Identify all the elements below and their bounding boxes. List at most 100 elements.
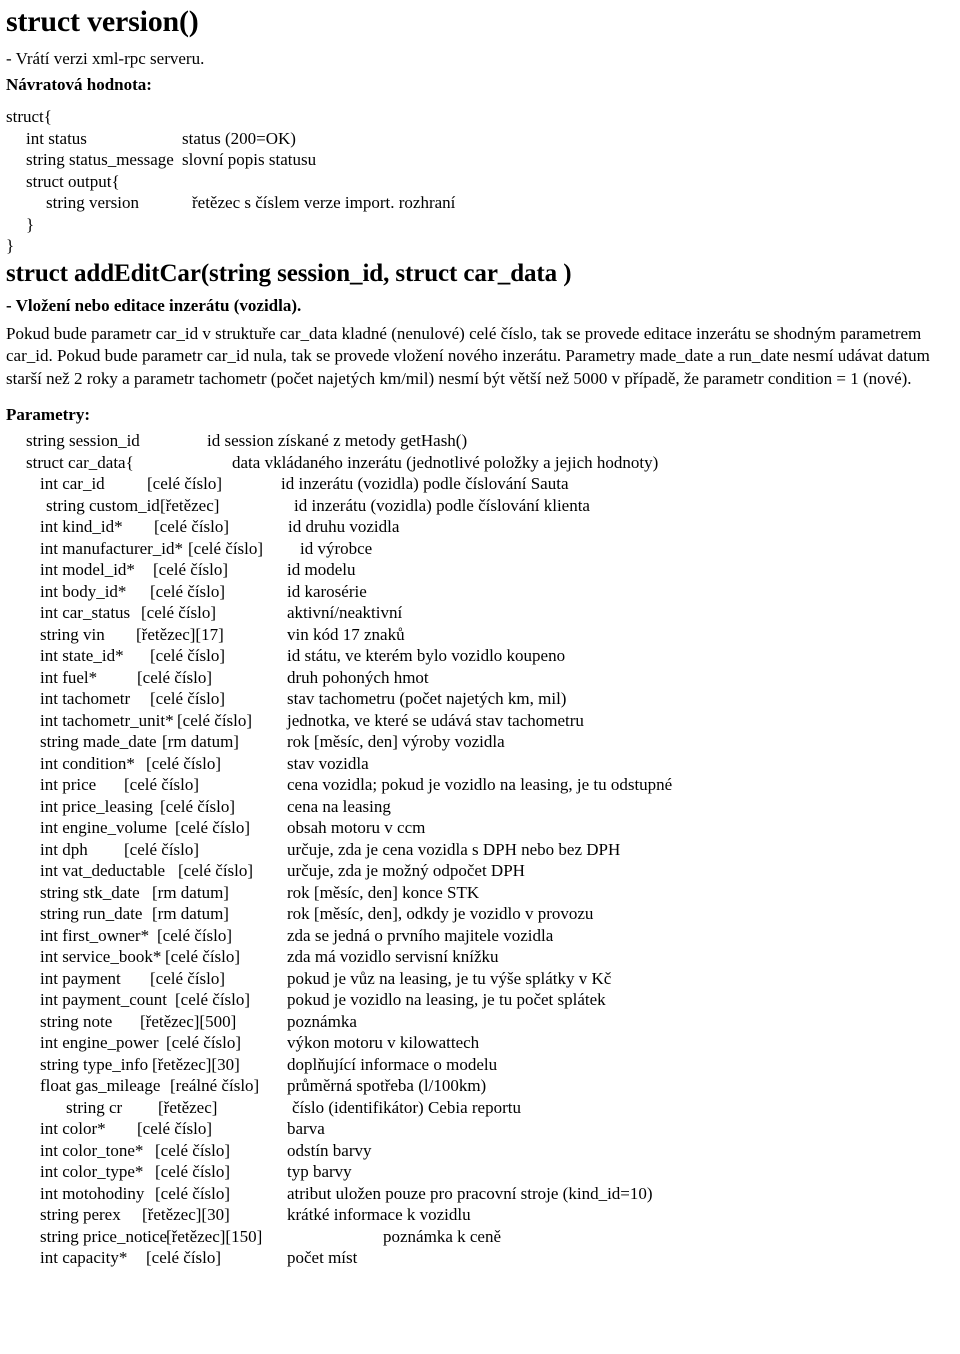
- parameter-row: int payment_count [celé číslo] pokud je vo…: [0, 989, 960, 1011]
- return-field-name: struct output{: [26, 171, 120, 191]
- return-value-block: struct{ int status status (200=OK) string s…: [0, 96, 960, 257]
- parameter-description: barva: [287, 1119, 325, 1138]
- return-field-row: int status status (200=OK): [6, 128, 960, 150]
- parameter-type: [celé číslo]: [137, 667, 213, 687]
- parameter-row: int manufacturer_id* [celé číslo] id výrob…: [0, 538, 960, 560]
- parameter-type: [reálné číslo]: [170, 1076, 260, 1095]
- return-field-row: }: [6, 214, 960, 236]
- return-field-row: string status_message slovní popis status…: [6, 149, 960, 171]
- parameter-row: string run_date [rm datum] rok [měsíc, den…: [0, 903, 960, 925]
- return-field-name: struct{: [6, 107, 52, 126]
- parameter-description: cena vozidla; pokud je vozidlo na leasin…: [287, 775, 673, 794]
- parameter-type: [rm datum]: [152, 904, 229, 923]
- parameter-row: float gas_mileage [reálné číslo] průměrná …: [0, 1075, 960, 1097]
- parameter-name: int first_owner*: [40, 925, 150, 945]
- version-subtitle: - Vrátí verzi xml-rpc serveru.: [6, 49, 205, 68]
- parameter-description: číslo (identifikátor) Cebia reportu: [292, 1097, 521, 1117]
- parameter-description: počet míst: [287, 1248, 358, 1267]
- return-field-row: struct{: [6, 106, 960, 128]
- parameter-row: string custom_id [řetězec] id inzerátu (vo…: [0, 495, 960, 517]
- parameter-description: stav vozidla: [287, 753, 369, 773]
- parameter-row: int tachometr_unit* [celé číslo] jednotka,…: [0, 710, 960, 732]
- parameter-row: int first_owner* [celé číslo] zda se jedná…: [0, 925, 960, 947]
- parameter-type: [celé číslo]: [150, 689, 226, 708]
- parameter-description: průměrná spotřeba (l/100km): [287, 1076, 487, 1095]
- parameter-row: int motohodiny [celé číslo] atribut uložen…: [0, 1183, 960, 1205]
- parameter-row: int color_type* [celé číslo] typ barvy: [0, 1161, 960, 1183]
- parameter-description: id session získané z metody getHash(): [207, 431, 468, 450]
- parameter-name: int price_leasing: [40, 796, 153, 816]
- parameter-description: obsah motoru v ccm: [287, 818, 426, 837]
- parameter-name: int color*: [40, 1119, 106, 1138]
- parameter-description: data vkládaného inzerátu (jednotlivé pol…: [232, 452, 659, 472]
- parameter-name: string perex: [40, 1205, 121, 1224]
- parameter-type: [celé číslo]: [177, 710, 253, 730]
- parameter-name: int manufacturer_id*: [40, 538, 184, 558]
- parameter-type: [rm datum]: [152, 882, 229, 902]
- parameter-name: string cr: [66, 1097, 123, 1117]
- parameter-description: poznámka k ceně: [383, 1226, 501, 1246]
- parameter-name: string price_notice: [40, 1226, 167, 1246]
- parameter-row: int service_book* [celé číslo] zda má vozi…: [0, 946, 960, 968]
- parameter-description: jednotka, ve které se udává stav tachome…: [287, 710, 584, 730]
- parameters-list: string session_id id session získané z me…: [0, 426, 960, 1269]
- parameter-type: [řetězec][30]: [152, 1054, 240, 1074]
- parameter-description: krátké informace k vozidlu: [287, 1205, 471, 1224]
- addeditcar-description: Pokud bude parametr car_id v struktuře c…: [6, 323, 930, 388]
- parameter-row: struct car_data{data vkládaného inzerátu…: [0, 452, 960, 474]
- parameters-label: Parametry:: [6, 405, 91, 424]
- return-field-name: }: [26, 214, 35, 234]
- parameter-row: string price_notice [řetězec][150] poznámk…: [0, 1226, 960, 1248]
- parameter-type: [řetězec][30]: [142, 1205, 230, 1224]
- parameter-name: string note: [40, 1011, 113, 1031]
- parameter-type: [celé číslo]: [188, 538, 264, 558]
- parameter-description: aktivní/neaktivní: [287, 603, 403, 622]
- parameter-row: string note [řetězec][500] poznámka: [0, 1011, 960, 1033]
- parameter-type: [celé číslo]: [150, 968, 226, 988]
- parameter-name: int service_book*: [40, 947, 162, 966]
- parameter-type: [celé číslo]: [150, 581, 226, 601]
- page-title-version: struct version(): [6, 5, 199, 38]
- parameter-type: [řetězec][500]: [140, 1011, 237, 1031]
- parameter-name: string vin: [40, 624, 105, 644]
- parameter-name: int tachometr: [40, 689, 131, 708]
- parameter-row: string session_id id session získané z me…: [0, 430, 960, 452]
- parameter-description: vin kód 17 znaků: [287, 624, 405, 644]
- parameter-row: int dph [celé číslo] určuje, zda je cena v…: [0, 839, 960, 861]
- parameter-name: int motohodiny: [40, 1183, 145, 1203]
- parameter-name: int kind_id*: [40, 517, 123, 536]
- parameter-type: [řetězec][17]: [136, 624, 224, 644]
- parameter-type: [řetězec]: [160, 495, 220, 515]
- parameter-description: rok [měsíc, den] konce STK: [287, 882, 480, 902]
- parameter-name: int fuel*: [40, 667, 98, 687]
- parameter-type: [celé číslo]: [153, 560, 229, 579]
- parameter-description: poznámka: [287, 1011, 357, 1031]
- parameter-description: id výrobce: [300, 538, 373, 558]
- parameter-type: [řetězec][150]: [166, 1226, 263, 1246]
- parameter-name: int car_status: [40, 603, 131, 622]
- parameter-type: [celé číslo]: [175, 990, 251, 1009]
- parameter-name: string run_date: [40, 904, 143, 923]
- parameter-description: druh pohoných hmot: [287, 667, 429, 687]
- document-page: struct version() - Vrátí verzi xml-rpc s…: [0, 0, 960, 1354]
- parameter-row: int kind_id* [celé číslo] id druhu vozidla: [0, 516, 960, 538]
- parameter-name: string custom_id: [46, 495, 160, 515]
- parameter-type: [celé číslo]: [175, 818, 251, 837]
- parameter-description: stav tachometru (počet najetých km, mil): [287, 689, 567, 708]
- parameter-type: [celé číslo]: [154, 517, 230, 536]
- parameter-row: int color_tone* [celé číslo] odstín barvy: [0, 1140, 960, 1162]
- parameter-name: string type_info: [40, 1054, 149, 1074]
- parameter-description: id inzerátu (vozidla) podle číslování Sa…: [281, 474, 569, 493]
- parameter-name: int engine_power: [40, 1033, 159, 1052]
- parameter-type: [celé číslo]: [178, 861, 254, 880]
- parameter-row: int vat_deductable [celé číslo] určuje, zd…: [0, 860, 960, 882]
- parameter-row: string vin [řetězec][17] vin kód 17 znaků: [0, 624, 960, 646]
- parameter-description: id inzerátu (vozidla) podle číslování kl…: [294, 495, 590, 515]
- parameter-description: atribut uložen pouze pro pracovní stroje…: [287, 1183, 653, 1203]
- parameter-name: int state_id*: [40, 646, 124, 665]
- parameter-name: float gas_mileage: [40, 1076, 161, 1095]
- parameter-description: určuje, zda je možný odpočet DPH: [287, 861, 525, 880]
- parameter-type: [celé číslo]: [146, 1248, 222, 1267]
- parameter-name: int body_id*: [40, 581, 127, 601]
- parameter-row: string stk_date [rm datum] rok [měsíc, den…: [0, 882, 960, 904]
